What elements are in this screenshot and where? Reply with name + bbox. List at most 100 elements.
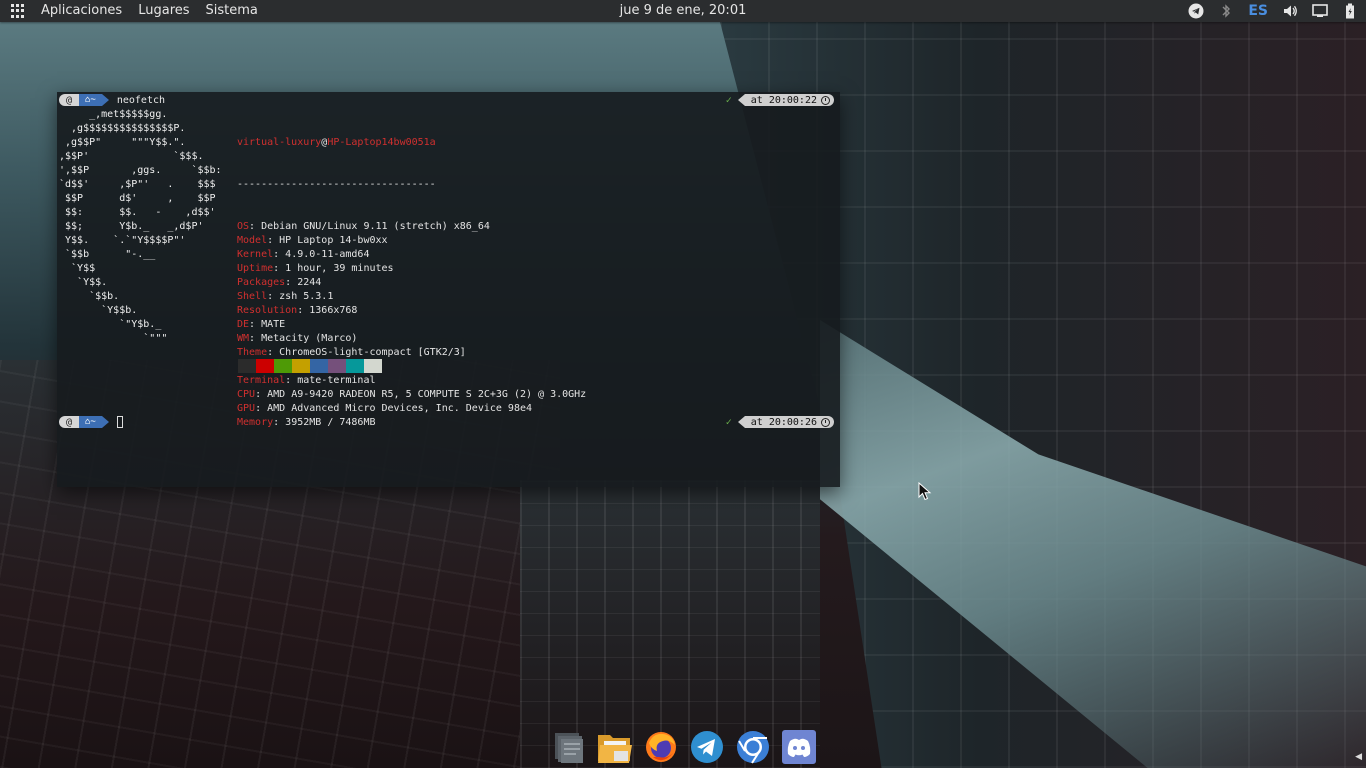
prompt-line-2: @ ⌂ ~ ✓ at 20:00:26 xyxy=(57,415,840,429)
terminal-window[interactable]: @ ⌂ ~ neofetch ✓ at 20:00:22 _,met$$$$$gg… xyxy=(57,92,840,487)
prompt-time: at 20:00:26 xyxy=(744,416,834,428)
logo-line: ',$$P ,ggs. `$$b: xyxy=(59,165,222,176)
keyboard-layout-indicator[interactable]: ES xyxy=(1248,3,1268,19)
discord-icon[interactable] xyxy=(778,727,820,767)
logo-line: `Y$$. xyxy=(59,277,108,288)
logo-line: _,met$$$$$gg. xyxy=(59,109,168,120)
color-swatch xyxy=(328,359,346,373)
color-swatch xyxy=(238,359,256,373)
info-key: Uptime xyxy=(237,263,274,274)
info-value: Debian GNU/Linux 9.11 (stretch) x86_64 xyxy=(261,221,490,232)
menu-lugares[interactable]: Lugares xyxy=(130,0,197,22)
username: virtual-luxury xyxy=(237,137,322,148)
info-key: Shell xyxy=(237,291,268,302)
menu-aplicaciones[interactable]: Aplicaciones xyxy=(33,0,130,22)
info-value: 1 hour, 39 minutes xyxy=(285,263,394,274)
volume-icon[interactable] xyxy=(1282,3,1298,19)
info-key: Packages xyxy=(237,277,286,288)
color-palette xyxy=(238,359,382,373)
prompt-line: @ ⌂ ~ neofetch ✓ at 20:00:22 xyxy=(57,93,840,107)
telegram-icon[interactable] xyxy=(686,727,728,767)
prompt-time-text: at 20:00:22 xyxy=(750,94,817,106)
logo-line: ,g$$$$$$$$$$$$$$$P. xyxy=(59,123,186,134)
info-line: Terminal: mate-terminal xyxy=(237,375,376,386)
info-value: Metacity (Marco) xyxy=(261,333,358,344)
logo-line: ,g$$P" """Y$$.". xyxy=(59,137,186,148)
menu-sistema[interactable]: Sistema xyxy=(198,0,266,22)
logo-line: `Y$$b. xyxy=(59,305,138,316)
logo-line: `$$b. xyxy=(59,291,120,302)
system-tray: ES xyxy=(1188,0,1358,22)
info-line: Kernel: 4.9.0-11-amd64 xyxy=(237,249,370,260)
info-key: CPU xyxy=(237,389,256,400)
info-key: Model xyxy=(237,235,268,246)
color-swatch xyxy=(256,359,274,373)
info-key: OS xyxy=(237,221,250,232)
clock-icon xyxy=(821,417,830,427)
info-line: Uptime: 1 hour, 39 minutes xyxy=(237,263,394,274)
prompt-time: at 20:00:22 xyxy=(744,94,834,106)
info-line: DE: MATE xyxy=(237,319,286,330)
apps-grid-icon[interactable] xyxy=(11,4,25,18)
debian-swirl-icon: @ xyxy=(59,416,79,428)
home-segment: ⌂ ~ xyxy=(79,416,102,428)
bluetooth-icon[interactable] xyxy=(1218,3,1234,19)
command-text: neofetch xyxy=(116,94,166,106)
color-swatch xyxy=(274,359,292,373)
info-key: WM xyxy=(237,333,250,344)
info-line: Packages: 2244 xyxy=(237,277,322,288)
file-manager-icon[interactable] xyxy=(548,727,590,767)
info-key: Terminal xyxy=(237,375,286,386)
color-swatch xyxy=(346,359,364,373)
info-value: AMD A9-9420 RADEON R5, 5 COMPUTE S 2C+3G… xyxy=(267,389,587,400)
color-swatch xyxy=(364,359,382,373)
top-panel: Aplicaciones Lugares Sistema jue 9 de en… xyxy=(0,0,1366,22)
firefox-icon[interactable] xyxy=(640,727,682,767)
info-key: GPU xyxy=(237,403,256,414)
home-segment: ⌂ ~ xyxy=(79,94,102,106)
info-key: Resolution xyxy=(237,305,298,316)
neofetch-info: virtual-luxury@HP-Laptop14bw0051a ------… xyxy=(237,108,586,458)
mouse-pointer-icon xyxy=(918,482,932,501)
logo-line: `""" xyxy=(59,333,168,344)
info-value: 2244 xyxy=(297,277,322,288)
info-line: WM: Metacity (Marco) xyxy=(237,333,358,344)
info-value: 4.9.0-11-amd64 xyxy=(285,249,370,260)
info-value: 1366x768 xyxy=(309,305,358,316)
color-swatch xyxy=(292,359,310,373)
info-line: GPU: AMD Advanced Micro Devices, Inc. De… xyxy=(237,403,533,414)
notification-icon[interactable] xyxy=(1312,3,1328,19)
info-key: Theme xyxy=(237,347,268,358)
dock xyxy=(548,726,820,768)
logo-line: `d$$' ,$P"' . $$$ xyxy=(59,179,216,190)
battery-icon[interactable] xyxy=(1342,3,1358,19)
info-line: Shell: zsh 5.3.1 xyxy=(237,291,334,302)
files-icon[interactable] xyxy=(594,727,636,767)
hostname: HP-Laptop14bw0051a xyxy=(327,137,436,148)
logo-line: `Y$$ xyxy=(59,263,96,274)
logo-line: `$$b "-.__ xyxy=(59,249,156,260)
chromium-icon[interactable] xyxy=(732,727,774,767)
panel-arrow-icon[interactable]: ◀ xyxy=(1355,752,1362,762)
clock-icon xyxy=(821,95,830,105)
info-line: OS: Debian GNU/Linux 9.11 (stretch) x86_… xyxy=(237,221,490,232)
info-value: zsh 5.3.1 xyxy=(279,291,334,302)
logo-line: $$; Y$b._ _,d$P' xyxy=(59,221,204,232)
info-line: Model: HP Laptop 14-bw0xx xyxy=(237,235,388,246)
info-key: DE xyxy=(237,319,250,330)
text-cursor[interactable] xyxy=(116,416,123,428)
user-host-line: virtual-luxury@HP-Laptop14bw0051a xyxy=(237,136,586,150)
info-value: HP Laptop 14-bw0xx xyxy=(279,235,388,246)
telegram-tray-icon[interactable] xyxy=(1188,3,1204,19)
info-line: CPU: AMD A9-9420 RADEON R5, 5 COMPUTE S … xyxy=(237,389,587,400)
debian-ascii-logo: _,met$$$$$gg. ,g$$$$$$$$$$$$$$$P. ,g$$P"… xyxy=(59,108,229,346)
info-key: Kernel xyxy=(237,249,274,260)
info-value: ChromeOS-light-compact [GTK2/3] xyxy=(279,347,466,358)
separator-line: --------------------------------- xyxy=(237,179,436,190)
logo-line: $$: $$. - ,d$$' xyxy=(59,207,216,218)
home-path: ~ xyxy=(90,417,96,427)
info-value: mate-terminal xyxy=(297,375,376,386)
info-line: Theme: ChromeOS-light-compact [GTK2/3] xyxy=(237,347,466,358)
panel-clock[interactable]: jue 9 de ene, 20:01 xyxy=(620,3,747,18)
info-value: AMD Advanced Micro Devices, Inc. Device … xyxy=(267,403,533,414)
